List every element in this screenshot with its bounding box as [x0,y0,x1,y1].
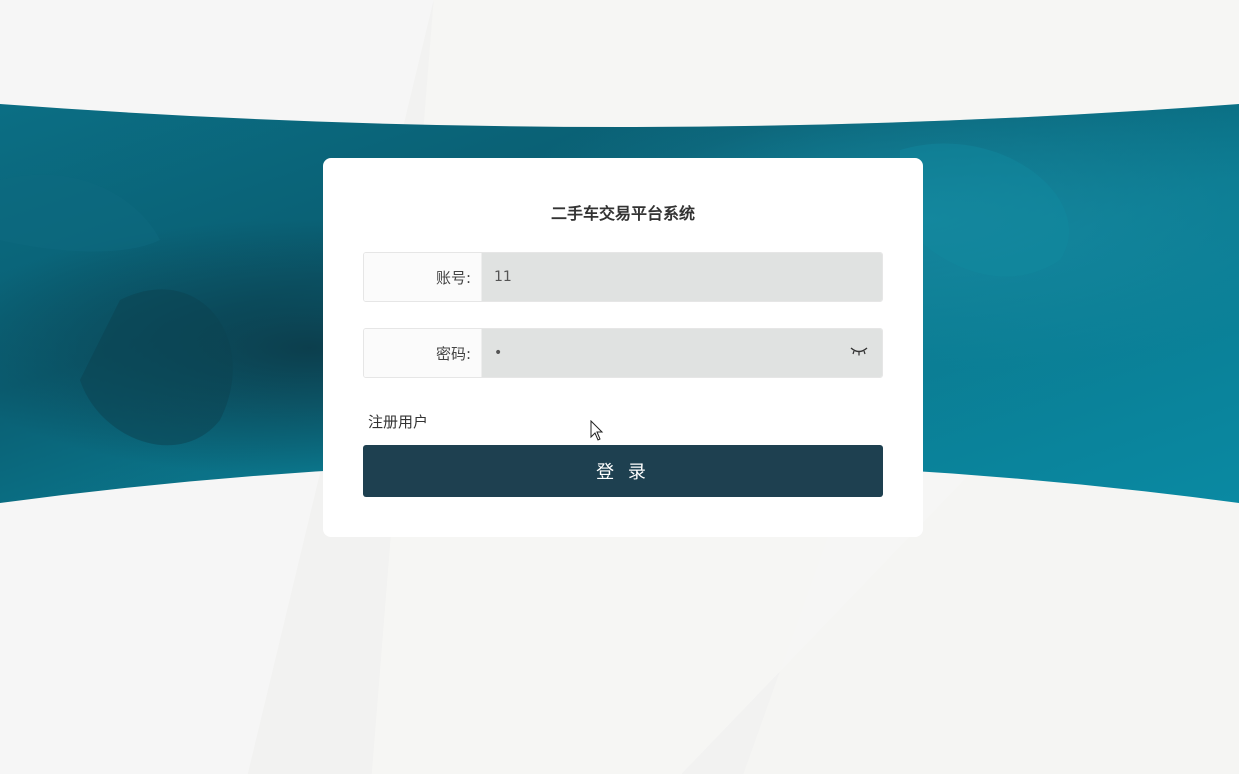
login-page: 二手车交易平台系统 账号: 密码: 注册用户 登 录 [0,0,1239,774]
password-label: 密码: [364,329,482,377]
login-card: 二手车交易平台系统 账号: 密码: 注册用户 登 录 [323,158,923,537]
eye-closed-icon[interactable] [850,345,868,357]
mouse-cursor-icon [590,420,604,441]
login-button[interactable]: 登 录 [363,445,883,497]
page-title: 二手车交易平台系统 [550,204,695,223]
account-label: 账号: [364,253,482,301]
password-input-wrapper [482,329,882,377]
account-field: 账号: [363,252,883,302]
password-field: 密码: [363,328,883,378]
register-link[interactable]: 注册用户 [368,411,428,432]
account-input[interactable] [482,253,882,301]
password-input[interactable] [482,329,882,377]
